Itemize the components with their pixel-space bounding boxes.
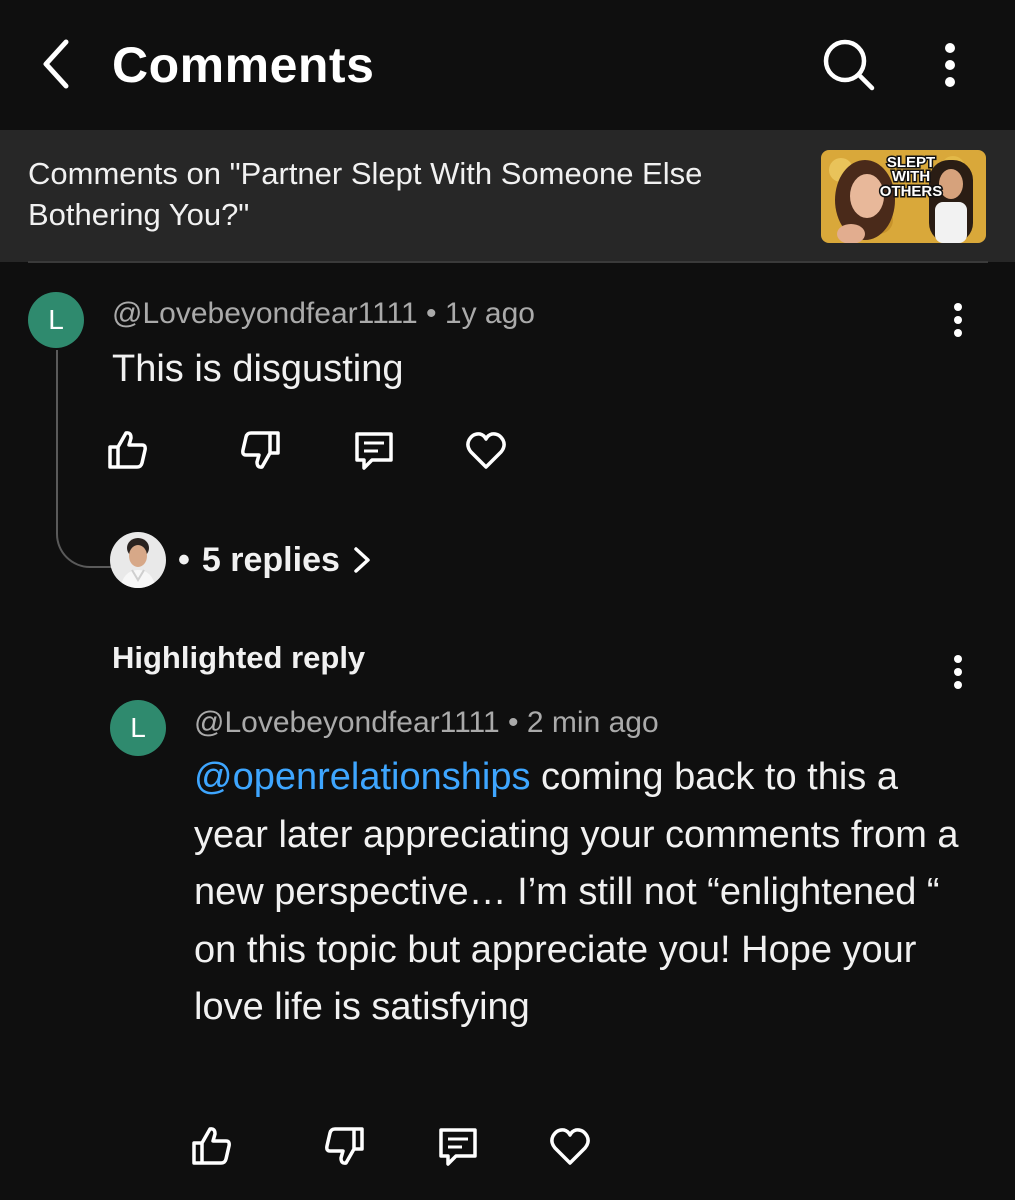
divider (28, 261, 988, 263)
video-thumbnail[interactable]: SLEPT WITH OTHERS (821, 150, 986, 243)
svg-text:OTHERS: OTHERS (880, 183, 943, 200)
avatar[interactable]: L (110, 700, 166, 756)
reply-time: 2 min ago (526, 706, 659, 739)
comment-meta: @Lovebeyondfear1111 • 1y ago (112, 294, 535, 334)
meta-separator: • (508, 706, 519, 739)
dislike-button[interactable] (314, 1116, 374, 1176)
replies-count: 5 replies (201, 541, 340, 579)
comment-time: 1y ago (444, 297, 535, 330)
search-button[interactable] (818, 34, 880, 96)
comment-text: This is disgusting (112, 348, 404, 390)
avatar (110, 532, 166, 588)
more-vertical-icon (945, 43, 955, 87)
reply-button[interactable] (428, 1116, 488, 1176)
reply-icon (355, 432, 393, 470)
thumbs-down-icon (241, 431, 280, 469)
like-button[interactable] (98, 420, 158, 480)
reply-text: @openrelationships coming back to this a… (194, 749, 974, 1037)
dislike-button[interactable] (230, 420, 290, 480)
mention-link[interactable]: @openrelationships (194, 756, 530, 798)
more-vertical-icon (954, 303, 962, 337)
reply-author[interactable]: @Lovebeyondfear1111 (194, 706, 500, 739)
meta-separator: • (178, 541, 190, 579)
thumbs-down-icon (325, 1127, 364, 1165)
more-options-button[interactable] (924, 34, 976, 96)
search-icon (823, 39, 875, 91)
comment-author[interactable]: @Lovebeyondfear1111 (112, 297, 418, 330)
like-button[interactable] (182, 1116, 242, 1176)
chevron-right-icon (354, 547, 370, 573)
highlighted-reply-label: Highlighted reply (112, 640, 366, 675)
reply-more-button[interactable] (938, 642, 978, 702)
more-vertical-icon (954, 655, 962, 689)
chevron-left-icon (43, 39, 69, 89)
heart-icon (550, 1128, 590, 1165)
heart-button[interactable] (540, 1116, 600, 1176)
thumbs-up-icon (192, 1127, 231, 1165)
reply-button[interactable] (344, 420, 404, 480)
video-title[interactable]: Comments on "Partner Slept With Someone … (28, 153, 788, 235)
view-replies-button[interactable]: • 5 replies (110, 532, 374, 588)
back-button[interactable] (28, 32, 84, 96)
comment-more-button[interactable] (938, 290, 978, 350)
meta-separator: • (426, 297, 437, 330)
reply-icon (439, 1128, 477, 1166)
thumbs-up-icon (108, 431, 147, 469)
reply-meta: @Lovebeyondfear1111 • 2 min ago (194, 703, 659, 743)
heart-button[interactable] (456, 420, 516, 480)
avatar[interactable]: L (28, 292, 84, 348)
heart-icon (466, 432, 506, 469)
page-title: Comments (112, 37, 375, 93)
